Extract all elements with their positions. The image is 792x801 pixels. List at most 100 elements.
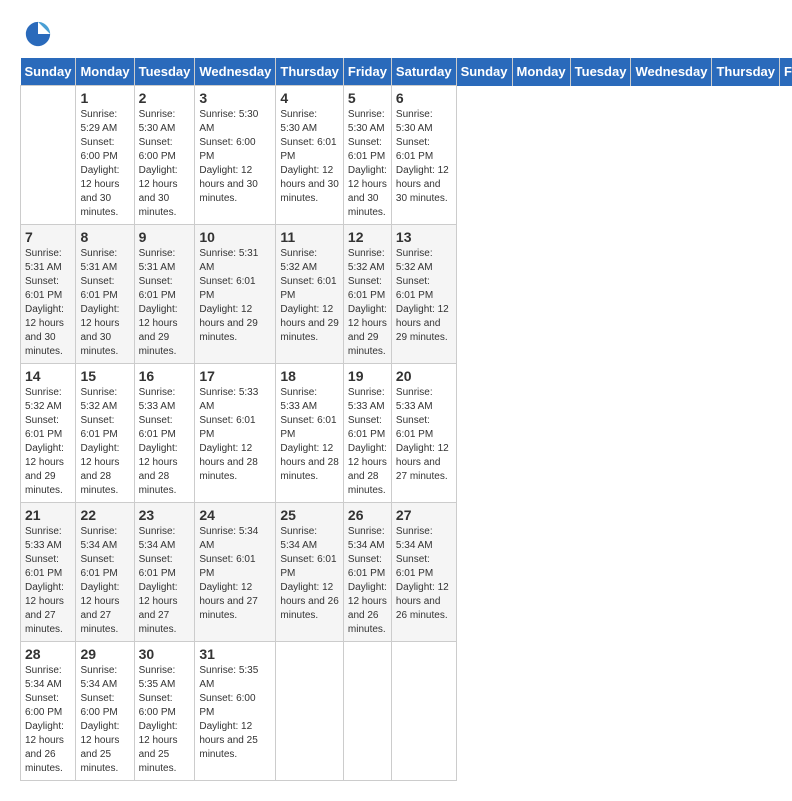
- header: [20, 20, 772, 48]
- day-number: 24: [199, 507, 271, 523]
- calendar-day-cell: [21, 86, 76, 225]
- calendar-week-row: 14 Sunrise: 5:32 AMSunset: 6:01 PMDayligh…: [21, 364, 792, 503]
- day-number: 28: [25, 646, 71, 662]
- day-number: 29: [80, 646, 129, 662]
- day-detail: Sunrise: 5:30 AMSunset: 6:00 PMDaylight:…: [199, 108, 271, 206]
- calendar-day-cell: 12 Sunrise: 5:32 AMSunset: 6:01 PMDayligh…: [343, 225, 391, 364]
- day-detail: Sunrise: 5:34 AMSunset: 6:01 PMDaylight:…: [199, 525, 271, 623]
- day-detail: Sunrise: 5:32 AMSunset: 6:01 PMDaylight:…: [25, 386, 71, 498]
- calendar-day-cell: 14 Sunrise: 5:32 AMSunset: 6:01 PMDayligh…: [21, 364, 76, 503]
- day-number: 7: [25, 229, 71, 245]
- day-number: 27: [396, 507, 452, 523]
- day-number: 11: [280, 229, 339, 245]
- day-detail: Sunrise: 5:34 AMSunset: 6:01 PMDaylight:…: [80, 525, 129, 637]
- day-detail: Sunrise: 5:35 AMSunset: 6:00 PMDaylight:…: [199, 664, 271, 762]
- calendar-week-row: 1 Sunrise: 5:29 AMSunset: 6:00 PMDaylight…: [21, 86, 792, 225]
- calendar-day-cell: [391, 642, 456, 781]
- day-number: 2: [139, 90, 191, 106]
- day-detail: Sunrise: 5:34 AMSunset: 6:00 PMDaylight:…: [80, 664, 129, 776]
- day-detail: Sunrise: 5:32 AMSunset: 6:01 PMDaylight:…: [280, 247, 339, 345]
- calendar-day-cell: 22 Sunrise: 5:34 AMSunset: 6:01 PMDayligh…: [76, 503, 134, 642]
- calendar-header-sunday: Sunday: [456, 58, 512, 86]
- calendar-day-cell: 28Sunrise: 5:34 AMSunset: 6:00 PMDayligh…: [21, 642, 76, 781]
- day-detail: Sunrise: 5:33 AMSunset: 6:01 PMDaylight:…: [348, 386, 387, 498]
- logo-icon: [24, 20, 52, 48]
- day-number: 4: [280, 90, 339, 106]
- calendar-day-cell: 21 Sunrise: 5:33 AMSunset: 6:01 PMDayligh…: [21, 503, 76, 642]
- calendar-day-cell: 25 Sunrise: 5:34 AMSunset: 6:01 PMDayligh…: [276, 503, 344, 642]
- calendar-header-friday: Friday: [779, 58, 792, 86]
- calendar-day-cell: 2Sunrise: 5:30 AMSunset: 6:00 PMDaylight…: [134, 86, 195, 225]
- calendar-day-cell: 17 Sunrise: 5:33 AMSunset: 6:01 PMDayligh…: [195, 364, 276, 503]
- calendar-day-cell: 8 Sunrise: 5:31 AMSunset: 6:01 PMDaylight…: [76, 225, 134, 364]
- day-detail: Sunrise: 5:33 AMSunset: 6:01 PMDaylight:…: [25, 525, 71, 637]
- calendar-day-cell: 29 Sunrise: 5:34 AMSunset: 6:00 PMDayligh…: [76, 642, 134, 781]
- calendar-week-row: 7 Sunrise: 5:31 AMSunset: 6:01 PMDaylight…: [21, 225, 792, 364]
- day-number: 25: [280, 507, 339, 523]
- day-detail: Sunrise: 5:35 AMSunset: 6:00 PMDaylight:…: [139, 664, 191, 776]
- logo: [20, 20, 52, 48]
- calendar-day-cell: 27Sunrise: 5:34 AMSunset: 6:01 PMDayligh…: [391, 503, 456, 642]
- calendar-day-cell: 20Sunrise: 5:33 AMSunset: 6:01 PMDayligh…: [391, 364, 456, 503]
- calendar-day-cell: 3 Sunrise: 5:30 AMSunset: 6:00 PMDaylight…: [195, 86, 276, 225]
- calendar-header-monday: Monday: [76, 58, 134, 86]
- day-number: 20: [396, 368, 452, 384]
- day-number: 13: [396, 229, 452, 245]
- calendar-table: SundayMondayTuesdayWednesdayThursdayFrid…: [20, 58, 792, 781]
- day-number: 15: [80, 368, 129, 384]
- calendar-day-cell: 9 Sunrise: 5:31 AMSunset: 6:01 PMDaylight…: [134, 225, 195, 364]
- calendar-day-cell: 13 Sunrise: 5:32 AMSunset: 6:01 PMDayligh…: [391, 225, 456, 364]
- day-detail: Sunrise: 5:32 AMSunset: 6:01 PMDaylight:…: [80, 386, 129, 498]
- day-number: 6: [396, 90, 452, 106]
- day-detail: Sunrise: 5:33 AMSunset: 6:01 PMDaylight:…: [199, 386, 271, 484]
- calendar-day-cell: 4 Sunrise: 5:30 AMSunset: 6:01 PMDaylight…: [276, 86, 344, 225]
- calendar-day-cell: 24 Sunrise: 5:34 AMSunset: 6:01 PMDayligh…: [195, 503, 276, 642]
- day-detail: Sunrise: 5:29 AMSunset: 6:00 PMDaylight:…: [80, 108, 129, 220]
- calendar-header-tuesday: Tuesday: [570, 58, 631, 86]
- day-detail: Sunrise: 5:34 AMSunset: 6:01 PMDaylight:…: [280, 525, 339, 623]
- calendar-day-cell: 1 Sunrise: 5:29 AMSunset: 6:00 PMDaylight…: [76, 86, 134, 225]
- day-detail: Sunrise: 5:32 AMSunset: 6:01 PMDaylight:…: [396, 247, 452, 345]
- day-detail: Sunrise: 5:31 AMSunset: 6:01 PMDaylight:…: [80, 247, 129, 359]
- calendar-day-cell: 11 Sunrise: 5:32 AMSunset: 6:01 PMDayligh…: [276, 225, 344, 364]
- day-number: 12: [348, 229, 387, 245]
- day-detail: Sunrise: 5:31 AMSunset: 6:01 PMDaylight:…: [139, 247, 191, 359]
- calendar-day-cell: 10Sunrise: 5:31 AMSunset: 6:01 PMDayligh…: [195, 225, 276, 364]
- calendar-day-cell: 18Sunrise: 5:33 AMSunset: 6:01 PMDayligh…: [276, 364, 344, 503]
- day-number: 9: [139, 229, 191, 245]
- calendar-header-tuesday: Tuesday: [134, 58, 195, 86]
- day-detail: Sunrise: 5:30 AMSunset: 6:01 PMDaylight:…: [348, 108, 387, 220]
- calendar-day-cell: 15 Sunrise: 5:32 AMSunset: 6:01 PMDayligh…: [76, 364, 134, 503]
- day-number: 10: [199, 229, 271, 245]
- calendar-header-wednesday: Wednesday: [631, 58, 712, 86]
- calendar-header-saturday: Saturday: [391, 58, 456, 86]
- day-detail: Sunrise: 5:33 AMSunset: 6:01 PMDaylight:…: [139, 386, 191, 498]
- day-number: 3: [199, 90, 271, 106]
- day-detail: Sunrise: 5:30 AMSunset: 6:01 PMDaylight:…: [396, 108, 452, 206]
- day-detail: Sunrise: 5:30 AMSunset: 6:01 PMDaylight:…: [280, 108, 339, 206]
- day-detail: Sunrise: 5:34 AMSunset: 6:01 PMDaylight:…: [348, 525, 387, 637]
- calendar-header-row: SundayMondayTuesdayWednesdayThursdayFrid…: [21, 58, 792, 86]
- day-detail: Sunrise: 5:32 AMSunset: 6:01 PMDaylight:…: [348, 247, 387, 359]
- calendar-day-cell: 31 Sunrise: 5:35 AMSunset: 6:00 PMDayligh…: [195, 642, 276, 781]
- day-number: 14: [25, 368, 71, 384]
- calendar-header-thursday: Thursday: [276, 58, 344, 86]
- day-number: 1: [80, 90, 129, 106]
- calendar-week-row: 21 Sunrise: 5:33 AMSunset: 6:01 PMDayligh…: [21, 503, 792, 642]
- day-number: 26: [348, 507, 387, 523]
- calendar-day-cell: 16Sunrise: 5:33 AMSunset: 6:01 PMDayligh…: [134, 364, 195, 503]
- calendar-header-wednesday: Wednesday: [195, 58, 276, 86]
- day-number: 8: [80, 229, 129, 245]
- day-number: 17: [199, 368, 271, 384]
- day-number: 22: [80, 507, 129, 523]
- day-number: 21: [25, 507, 71, 523]
- day-number: 31: [199, 646, 271, 662]
- calendar-day-cell: 6 Sunrise: 5:30 AMSunset: 6:01 PMDaylight…: [391, 86, 456, 225]
- day-detail: Sunrise: 5:31 AMSunset: 6:01 PMDaylight:…: [25, 247, 71, 359]
- day-detail: Sunrise: 5:34 AMSunset: 6:01 PMDaylight:…: [139, 525, 191, 637]
- day-number: 5: [348, 90, 387, 106]
- day-number: 19: [348, 368, 387, 384]
- calendar-day-cell: 26 Sunrise: 5:34 AMSunset: 6:01 PMDayligh…: [343, 503, 391, 642]
- calendar-header-monday: Monday: [512, 58, 570, 86]
- calendar-day-cell: 30Sunrise: 5:35 AMSunset: 6:00 PMDayligh…: [134, 642, 195, 781]
